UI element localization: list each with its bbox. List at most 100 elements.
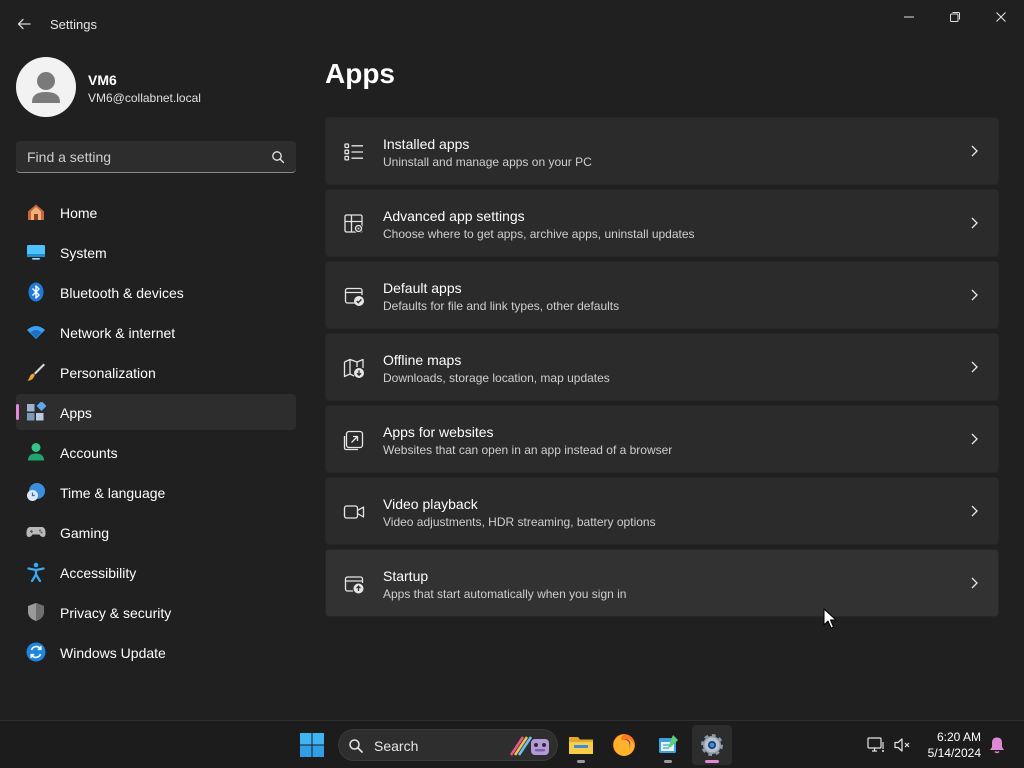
user-email: VM6@collabnet.local [88,91,201,105]
apps-settings-list: Installed apps Uninstall and manage apps… [325,117,999,621]
brush-icon [27,363,45,381]
sidebar-item-gaming[interactable]: Gaming [16,514,296,550]
sidebar-item-label: Home [60,205,98,221]
wifi-icon [27,326,45,339]
video-playback-card[interactable]: Video playback Video adjustments, HDR st… [325,477,999,545]
taskbar-search-label: Search [374,738,419,754]
file-explorer-icon [569,737,593,754]
search-icon[interactable] [270,149,286,165]
volume-muted-icon[interactable] [892,735,912,755]
gamepad-icon [26,527,46,537]
windows-start-icon[interactable] [299,732,325,758]
sidebar-item-accessibility[interactable]: Accessibility [16,554,296,590]
user-name: VM6 [88,72,117,88]
restore-icon [950,12,960,22]
card-title: Installed apps [383,136,470,152]
card-subtitle: Downloads, storage location, map updates [383,371,610,385]
card-title: Default apps [383,280,462,296]
sidebar-item-personalization[interactable]: Personalization [16,354,296,390]
card-subtitle: Uninstall and manage apps on your PC [383,155,592,169]
back-button[interactable] [10,10,38,38]
advanced-app-settings-card[interactable]: Advanced app settings Choose where to ge… [325,189,999,257]
startup-card[interactable]: Startup Apps that start automatically wh… [325,549,999,617]
sidebar-item-label: Personalization [60,365,156,381]
close-icon [996,12,1006,22]
settings-search-input[interactable] [16,141,266,172]
card-subtitle: Apps that start automatically when you s… [383,587,627,601]
taskbar-settings[interactable] [692,725,732,765]
startup-icon [344,576,364,594]
default-apps-card[interactable]: Default apps Defaults for file and link … [325,261,999,329]
accessibility-icon [27,562,45,582]
sidebar-item-label: Network & internet [60,325,176,341]
sidebar-item-label: Time & language [60,485,166,501]
card-title: Advanced app settings [383,208,525,224]
network-tray-icon[interactable] [866,735,886,755]
card-subtitle: Websites that can open in an app instead… [383,443,673,457]
chevron-right-icon [971,433,978,445]
notification-bell-icon[interactable] [987,735,1007,755]
clock-time[interactable]: 6:20 AM [937,730,981,744]
chevron-right-icon [971,505,978,517]
taskbar-search[interactable]: Search [338,729,558,761]
video-icon [343,505,365,519]
sidebar-item-accounts[interactable]: Accounts [16,434,296,470]
taskbar: Search 6:20 AM 5/14/2024 [0,720,1024,768]
installed-apps-card[interactable]: Installed apps Uninstall and manage apps… [325,117,999,185]
map-icon [343,358,364,378]
sidebar-item-bluetooth[interactable]: Bluetooth & devices [16,274,296,310]
sidebar-item-label: Bluetooth & devices [60,285,184,301]
sidebar-item-label: Accessibility [60,565,137,581]
settings-search-box [16,141,296,173]
sidebar-item-system[interactable]: System [16,234,296,270]
mouse-cursor-icon [823,608,837,629]
minimize-button[interactable] [886,4,932,30]
app-settings-icon [344,214,364,234]
page-title: Apps [325,58,395,89]
sidebar-item-home[interactable]: Home [16,194,296,230]
firefox-icon [613,734,635,756]
sidebar-item-windows-update[interactable]: Windows Update [16,634,296,670]
card-title: Startup [383,568,429,584]
sidebar-item-apps[interactable]: Apps [16,394,296,430]
offline-maps-card[interactable]: Offline maps Downloads, storage location… [325,333,999,401]
running-indicator [577,760,585,763]
restore-button[interactable] [932,4,978,30]
back-arrow-icon [17,18,31,30]
search-highlight-icon [509,736,549,756]
sidebar-nav: Home System Bluetooth & devices Network … [16,194,296,674]
user-avatar-icon [32,72,60,103]
clock-globe-icon [27,483,45,501]
default-apps-icon [344,287,364,306]
search-icon [349,739,363,753]
chevron-right-icon [971,361,978,373]
sidebar-item-label: Apps [60,405,92,421]
sidebar-item-network[interactable]: Network & internet [16,314,296,350]
avatar[interactable] [16,57,76,117]
system-icon [27,245,45,260]
sidebar-item-time-language[interactable]: Time & language [16,474,296,510]
sidebar-item-label: Windows Update [60,645,166,661]
card-title: Apps for websites [383,424,494,440]
apps-for-websites-card[interactable]: Apps for websites Websites that can open… [325,405,999,473]
card-subtitle: Defaults for file and link types, other … [383,299,620,313]
bluetooth-icon [28,282,44,302]
close-button[interactable] [978,4,1024,30]
taskbar-firefox[interactable] [604,725,644,765]
home-icon [28,204,44,220]
list-icon [344,143,363,161]
minimize-icon [904,16,914,18]
chevron-right-icon [971,289,978,301]
clock-date[interactable]: 5/14/2024 [928,746,981,760]
active-indicator [705,760,719,763]
sidebar-item-label: Gaming [60,525,110,541]
taskbar-notepad[interactable] [648,725,688,765]
card-subtitle: Video adjustments, HDR streaming, batter… [383,515,656,529]
sidebar-item-privacy-security[interactable]: Privacy & security [16,594,296,630]
update-icon [26,642,46,662]
taskbar-file-explorer[interactable] [561,725,601,765]
running-indicator [664,760,672,763]
chevron-right-icon [971,577,978,589]
chevron-right-icon [971,145,978,157]
accounts-icon [28,443,44,461]
